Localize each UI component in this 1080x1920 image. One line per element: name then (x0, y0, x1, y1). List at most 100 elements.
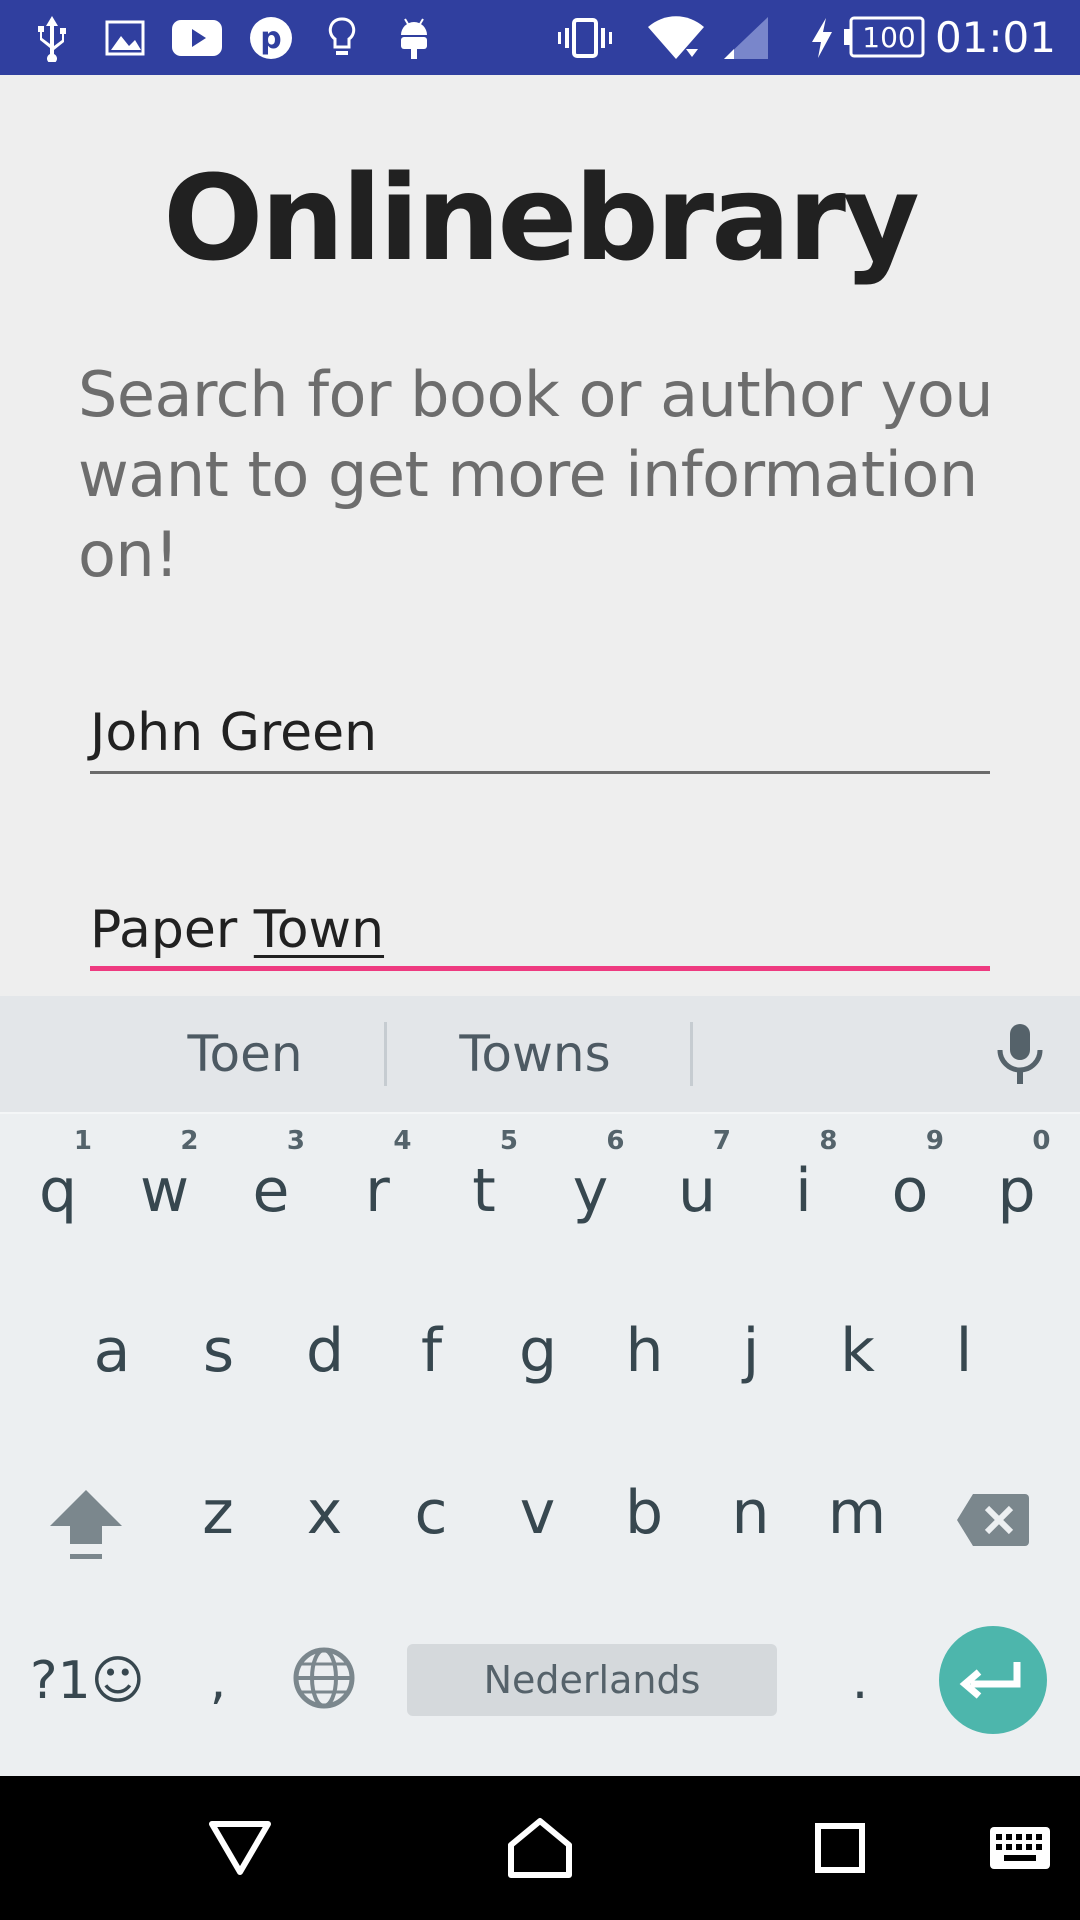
navigation-bar (0, 1776, 1080, 1920)
key-w[interactable]: 2w (115, 1126, 215, 1246)
key-hint-number: 7 (712, 1126, 731, 1156)
key-hint-number: 6 (606, 1126, 625, 1156)
suggestion-strip: Toen Towns (0, 996, 1080, 1114)
vibrate-icon (555, 10, 615, 65)
enter-key[interactable] (939, 1626, 1047, 1734)
shift-icon[interactable] (44, 1486, 128, 1566)
key-d[interactable]: d (275, 1286, 375, 1406)
key-g[interactable]: g (488, 1286, 588, 1406)
key-label: y (572, 1156, 609, 1226)
book-field[interactable]: Paper Town (90, 895, 990, 971)
key-label: p (997, 1156, 1036, 1226)
key-label: w (139, 1156, 190, 1226)
suggestion-2[interactable]: Towns (420, 996, 650, 1112)
key-hint-number: 2 (180, 1126, 199, 1156)
key-h[interactable]: h (595, 1286, 695, 1406)
usb-icon (32, 10, 72, 65)
key-hint-number: 3 (286, 1126, 305, 1156)
suggestion-1[interactable]: Toen (135, 996, 355, 1112)
key-label: f (420, 1316, 443, 1386)
key-label: i (795, 1156, 812, 1226)
key-label: s (202, 1316, 235, 1386)
youtube-icon (170, 10, 224, 65)
key-label: h (625, 1316, 664, 1386)
android-icon (396, 10, 432, 65)
key-p[interactable]: 0p (967, 1126, 1067, 1246)
key-b[interactable]: b (594, 1448, 694, 1568)
key-s[interactable]: s (169, 1286, 269, 1406)
key-z[interactable]: z (168, 1448, 268, 1568)
image-icon (105, 10, 145, 65)
author-field-underline (90, 771, 990, 774)
key-hint-number: 8 (819, 1126, 838, 1156)
book-field-underline-active (90, 966, 990, 971)
key-label: m (827, 1478, 887, 1548)
back-icon[interactable] (200, 1776, 280, 1920)
key-v[interactable]: v (488, 1448, 588, 1568)
signal-icon (720, 10, 772, 65)
svg-text:p: p (260, 21, 281, 56)
key-label: c (414, 1478, 448, 1548)
lightbulb-icon (324, 10, 360, 65)
key-label: r (365, 1156, 390, 1226)
key-hint-number: 4 (393, 1126, 412, 1156)
period-key[interactable]: . (830, 1646, 890, 1716)
key-r[interactable]: 4r (328, 1126, 428, 1246)
symbols-emoji-key[interactable]: ?1☺ (30, 1646, 145, 1716)
recents-icon[interactable] (800, 1776, 880, 1920)
microphone-icon[interactable] (990, 1020, 1050, 1090)
key-hint-number: 1 (73, 1126, 92, 1156)
author-input[interactable]: John Green (90, 698, 990, 768)
key-label: o (891, 1156, 929, 1226)
author-field[interactable]: John Green (90, 698, 990, 774)
key-label: k (840, 1316, 875, 1386)
key-label: q (38, 1156, 78, 1226)
key-label: j (742, 1316, 760, 1386)
key-label: u (677, 1156, 717, 1226)
key-label: b (624, 1478, 664, 1548)
clock: 01:01 (934, 13, 1056, 62)
key-l[interactable]: l (914, 1286, 1014, 1406)
status-bar: p 100 01:01 (0, 0, 1080, 75)
key-label: v (519, 1478, 556, 1548)
key-e[interactable]: 3e (221, 1126, 321, 1246)
key-u[interactable]: 7u (647, 1126, 747, 1246)
wifi-icon (645, 10, 707, 65)
key-hint-number: 9 (925, 1126, 944, 1156)
key-o[interactable]: 9o (860, 1126, 960, 1246)
enter-arrow-icon (959, 1662, 1021, 1699)
battery-icon: 100 (843, 10, 927, 65)
key-y[interactable]: 6y (541, 1126, 641, 1246)
instructions-text: Search for book or author you want to ge… (78, 358, 994, 591)
key-n[interactable]: n (701, 1448, 801, 1568)
backspace-icon[interactable] (955, 1490, 1031, 1550)
key-label: t (472, 1156, 496, 1226)
key-i[interactable]: 8i (754, 1126, 854, 1246)
key-label: z (202, 1478, 234, 1548)
key-a[interactable]: a (62, 1286, 162, 1406)
key-label: e (252, 1156, 290, 1226)
key-m[interactable]: m (807, 1448, 907, 1568)
space-key[interactable]: Nederlands (407, 1644, 777, 1716)
globe-icon[interactable] (292, 1646, 356, 1710)
key-q[interactable]: 1q (8, 1126, 108, 1246)
suggestion-divider (690, 1022, 693, 1086)
key-label: n (731, 1478, 770, 1548)
soft-keyboard: Toen Towns 1q2w3e4r5t6y7u8i9o0p asdfghjk… (0, 996, 1080, 1776)
suggestion-divider (384, 1022, 387, 1086)
key-label: l (955, 1316, 973, 1386)
key-f[interactable]: f (382, 1286, 482, 1406)
battery-level: 100 (862, 21, 916, 54)
charging-icon (808, 10, 836, 65)
key-c[interactable]: c (381, 1448, 481, 1568)
comma-key[interactable]: , (188, 1646, 248, 1716)
page-title: Onlinebrary (163, 149, 920, 287)
key-k[interactable]: k (808, 1286, 908, 1406)
key-j[interactable]: j (701, 1286, 801, 1406)
key-x[interactable]: x (275, 1448, 375, 1568)
book-input[interactable]: Paper Town (90, 895, 990, 965)
key-t[interactable]: 5t (434, 1126, 534, 1246)
keyboard-switch-icon[interactable] (985, 1776, 1055, 1920)
key-hint-number: 5 (499, 1126, 518, 1156)
home-icon[interactable] (500, 1776, 580, 1920)
